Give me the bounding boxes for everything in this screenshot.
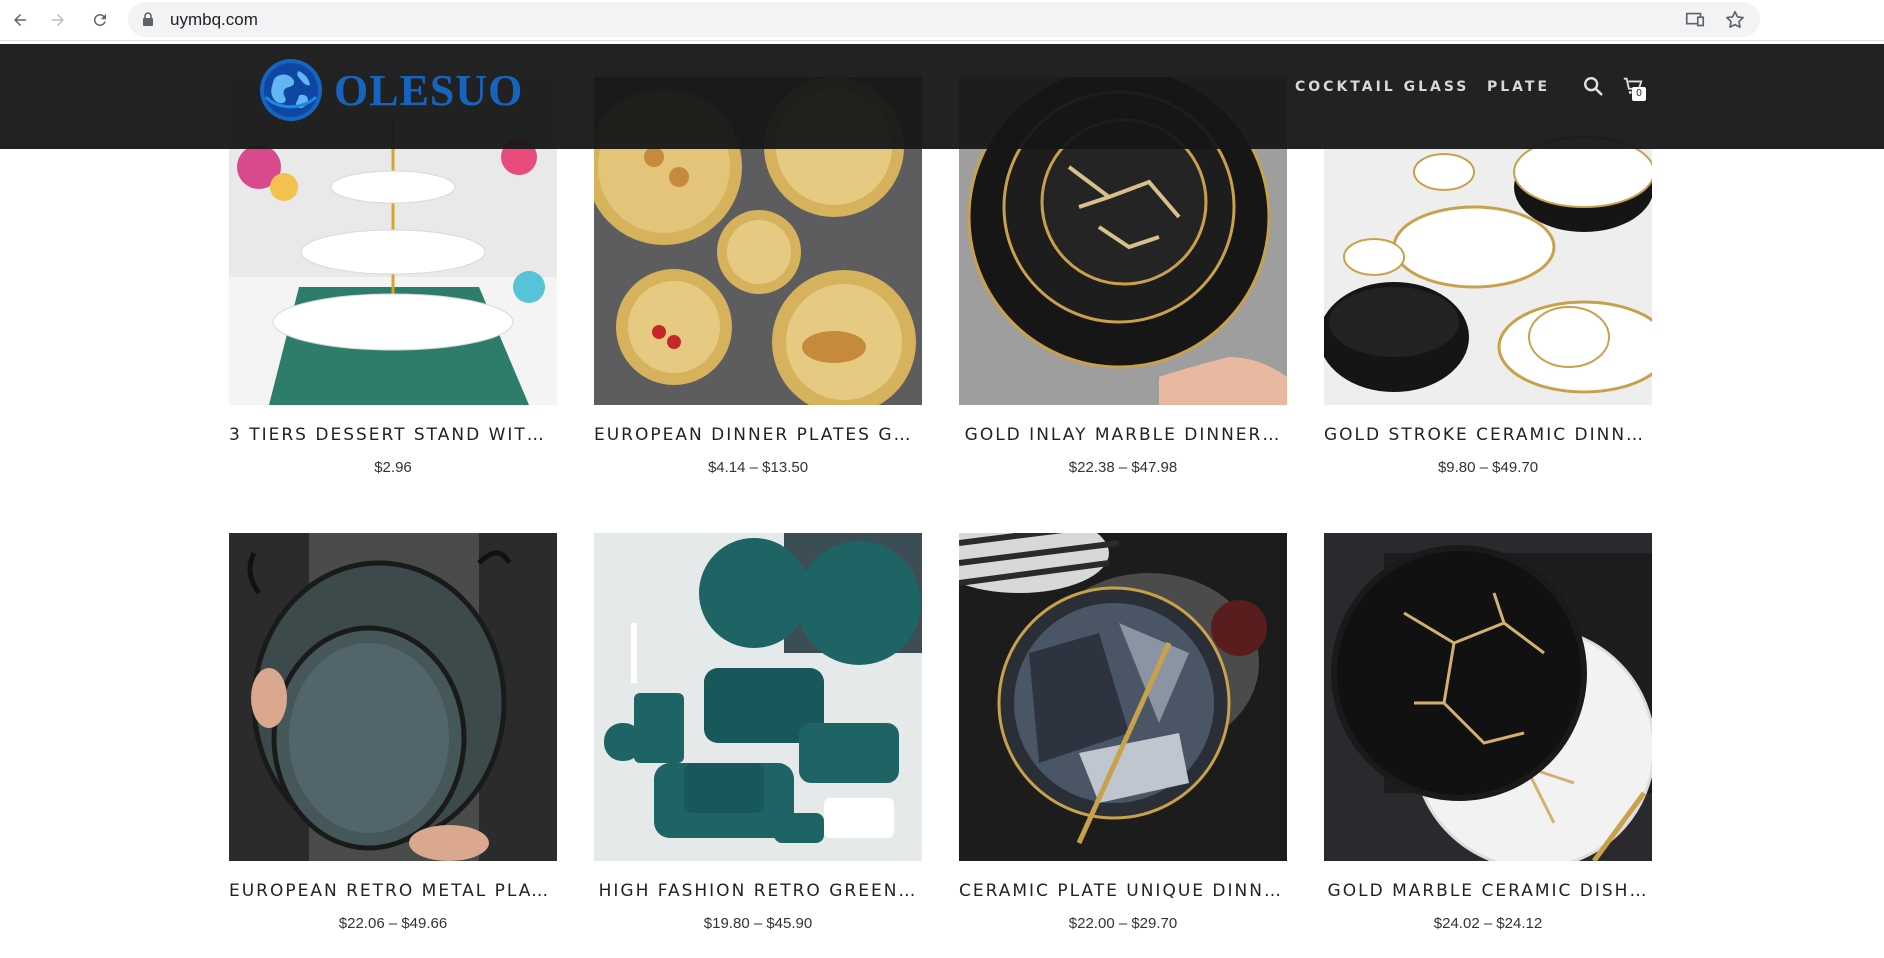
product-price: $22.00 – $29.70 [1068, 915, 1178, 932]
product-price: $22.38 – $47.98 [1068, 459, 1178, 476]
product-title[interactable]: GOLD INLAY MARBLE DINNER… [959, 425, 1287, 445]
nav-cocktail-glass[interactable]: COCKTAIL GLASS [1295, 79, 1469, 95]
product-card[interactable]: CERAMIC PLATE UNIQUE DINNER… $22.00 – $2… [959, 533, 1287, 932]
reload-icon[interactable] [88, 8, 112, 32]
nav-plate[interactable]: PLATE [1487, 79, 1550, 95]
site-logo[interactable]: OLESUO [258, 57, 523, 123]
product-price: $24.02 – $24.12 [1433, 915, 1543, 932]
search-icon[interactable] [1582, 75, 1604, 97]
product-price: $2.96 [374, 459, 412, 476]
product-image[interactable] [229, 533, 557, 861]
product-price: $19.80 – $45.90 [703, 915, 813, 932]
bookmark-star-icon[interactable] [1724, 9, 1746, 31]
product-price: $9.80 – $49.70 [1437, 459, 1539, 476]
product-card[interactable]: EUROPEAN RETRO METAL PLATE… $22.06 – $49… [229, 533, 557, 932]
address-bar[interactable]: uymbq.com [128, 2, 1760, 37]
lock-icon [143, 12, 153, 26]
product-title[interactable]: HIGH FASHION RETRO GREEN… [594, 881, 922, 901]
product-card[interactable]: HIGH FASHION RETRO GREEN… $19.80 – $45.9… [594, 533, 922, 932]
product-title[interactable]: EUROPEAN RETRO METAL PLATE… [229, 881, 557, 901]
browser-toolbar: uymbq.com [0, 0, 1884, 41]
product-image[interactable] [1324, 533, 1652, 861]
product-price: $22.06 – $49.66 [338, 915, 448, 932]
product-title[interactable]: EUROPEAN DINNER PLATES GOL… [594, 425, 922, 445]
cast-icon[interactable] [1684, 9, 1706, 31]
product-card[interactable]: GOLD MARBLE CERAMIC DISH… $24.02 – $24.1… [1324, 533, 1652, 932]
logo-text: OLESUO [334, 65, 524, 115]
url-text: uymbq.com [170, 10, 258, 29]
site-header: OLESUO COCKTAIL GLASS PLATE 0 [0, 44, 1884, 149]
product-image[interactable] [959, 533, 1287, 861]
forward-arrow-icon[interactable] [46, 8, 70, 32]
back-arrow-icon[interactable] [8, 8, 32, 32]
globe-logo-icon [260, 59, 322, 121]
product-title[interactable]: GOLD MARBLE CERAMIC DISH… [1324, 881, 1652, 901]
cart-count-badge: 0 [1632, 87, 1646, 101]
product-price: $4.14 – $13.50 [707, 459, 809, 476]
product-title[interactable]: 3 TIERS DESSERT STAND WITH… [229, 425, 557, 445]
product-title[interactable]: GOLD STROKE CERAMIC DINNER… [1324, 425, 1652, 445]
product-title[interactable]: CERAMIC PLATE UNIQUE DINNER… [959, 881, 1287, 901]
product-image[interactable] [594, 533, 922, 861]
